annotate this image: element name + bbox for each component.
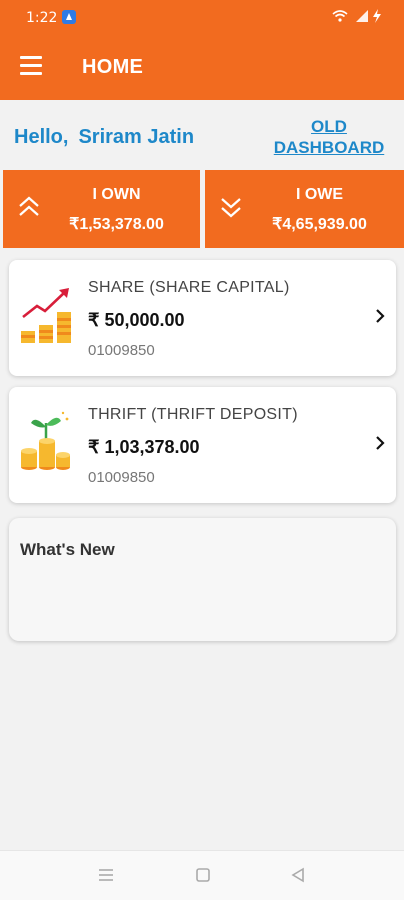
account-title: THRIFT (THRIFT DEPOSIT) <box>88 406 298 423</box>
back-nav-icon[interactable] <box>290 867 306 883</box>
i-owe-amount: ₹4,65,939.00 <box>272 216 367 233</box>
whats-new-title: What's New <box>20 540 115 559</box>
chevron-right-icon <box>376 436 385 450</box>
page-title: HOME <box>82 56 144 78</box>
recent-apps-icon[interactable] <box>98 867 114 883</box>
app-bar: HOME <box>0 36 404 100</box>
whats-new-panel: What's New <box>9 518 396 641</box>
i-owe-label: I OWE <box>295 186 344 203</box>
plant-coins-icon <box>21 411 70 470</box>
app-notification-icon <box>62 10 76 24</box>
wifi-icon <box>332 10 348 22</box>
signal-icon <box>356 10 368 22</box>
i-own-amount: ₹1,53,378.00 <box>69 216 164 233</box>
account-amount: ₹ 1,03,378.00 <box>88 437 200 457</box>
status-bar: 1:22 <box>0 0 404 36</box>
home-nav-icon[interactable] <box>195 867 211 883</box>
account-number: 01009850 <box>88 469 155 486</box>
battery-charging-icon <box>373 9 381 23</box>
i-own-tile[interactable]: I OWN ₹1,53,378.00 <box>3 170 200 248</box>
old-dashboard-link[interactable]: OLD DASHBOARD <box>270 116 388 158</box>
greeting: Hello, Sriram Jatin <box>14 126 194 149</box>
i-own-label: I OWN <box>92 186 141 203</box>
user-name: Sriram Jatin <box>78 126 195 148</box>
account-title: SHARE (SHARE CAPITAL) <box>88 279 290 296</box>
greeting-hello: Hello, <box>14 126 69 148</box>
account-amount: ₹ 50,000.00 <box>88 310 185 330</box>
growth-chart-icon <box>21 288 71 343</box>
account-card-thrift[interactable]: THRIFT (THRIFT DEPOSIT) ₹ 1,03,378.00 01… <box>9 387 396 503</box>
menu-icon[interactable] <box>20 56 44 78</box>
account-number: 01009850 <box>88 342 155 359</box>
system-nav-bar <box>0 850 404 900</box>
i-owe-tile[interactable]: I OWE ₹4,65,939.00 <box>205 170 404 248</box>
chevron-right-icon <box>376 309 385 323</box>
account-card-share[interactable]: SHARE (SHARE CAPITAL) ₹ 50,000.00 010098… <box>9 260 396 376</box>
status-time: 1:22 <box>26 10 58 26</box>
